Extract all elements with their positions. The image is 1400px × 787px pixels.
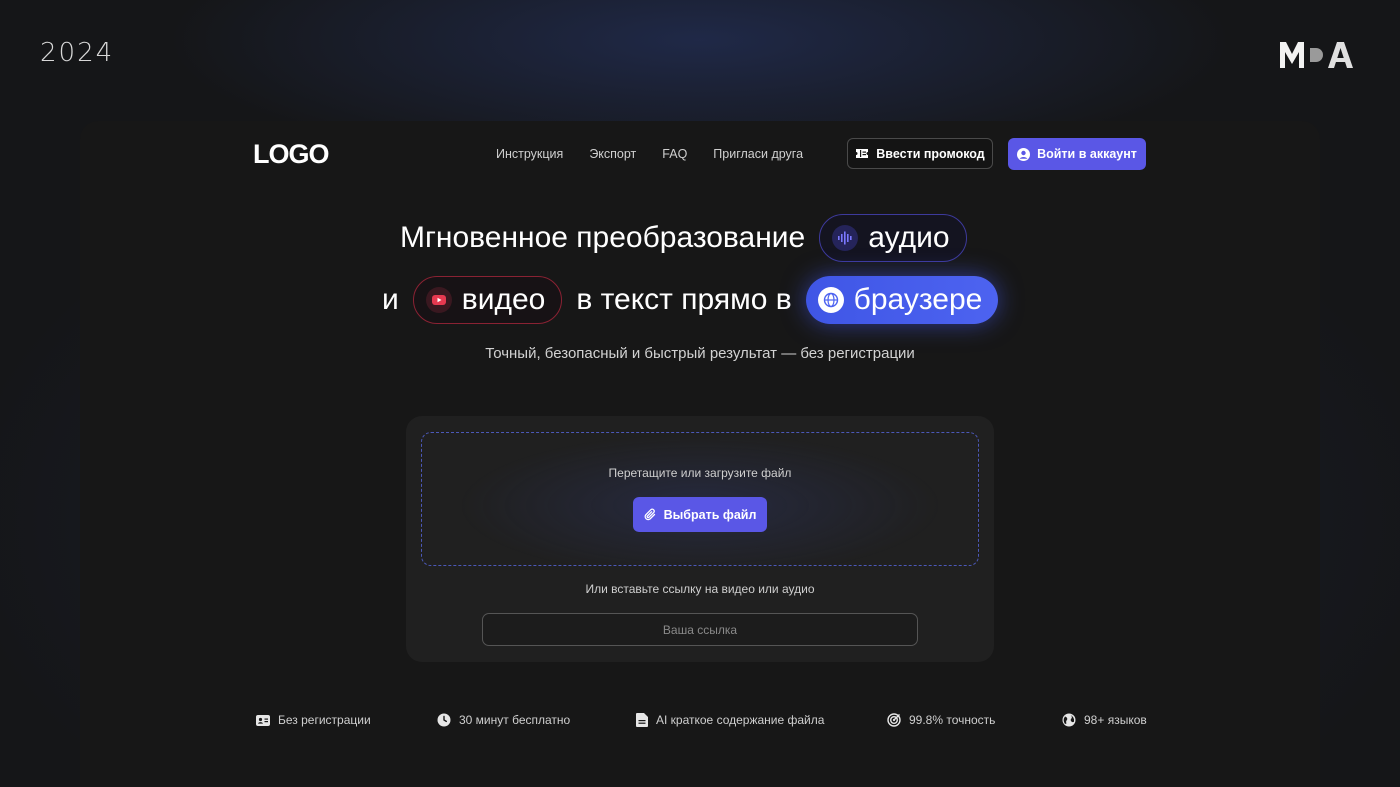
audio-pill: аудио — [819, 214, 967, 262]
clock-icon — [437, 713, 451, 727]
nav-item-invite-friend[interactable]: Пригласи друга — [713, 147, 803, 161]
soundwave-icon — [832, 225, 859, 251]
feature-label: 98+ языков — [1084, 713, 1147, 727]
year-label: 2024 — [40, 38, 115, 68]
hero-text-1: Мгновенное преобразование — [400, 221, 806, 254]
hero-text-2: в текст прямо в — [576, 283, 792, 316]
feature-accuracy: 99.8% точность — [887, 713, 995, 727]
login-label: Войти в аккаунт — [1037, 147, 1137, 161]
target-icon — [887, 713, 901, 727]
feature-label: 99.8% точность — [909, 713, 996, 727]
ticket-icon — [856, 149, 869, 158]
choose-file-label: Выбрать файл — [663, 507, 757, 522]
nav-item-instructions[interactable]: Инструкция — [496, 147, 563, 161]
brand-logo — [1280, 42, 1353, 68]
video-pill: видео — [412, 276, 563, 324]
hero-line-2: и видео в текст прямо в браузере — [382, 276, 999, 324]
hero-text-and: и — [382, 283, 399, 316]
audio-pill-label: аудио — [868, 221, 950, 254]
presentation-stage: 2024 LOGO Инструкция Экспорт FAQ Приглас… — [0, 0, 1400, 787]
globe-icon — [817, 287, 844, 313]
feature-free-minutes: 30 минут бесплатно — [437, 713, 570, 727]
browser-pill: браузере — [805, 276, 999, 324]
promo-code-button[interactable]: Ввести промокод — [847, 138, 993, 169]
hero-subtitle: Точный, безопасный и быстрый результат —… — [485, 345, 915, 362]
document-icon — [636, 713, 648, 727]
paste-link-text: Или вставьте ссылку на видео или аудио — [585, 582, 815, 596]
promo-code-label: Ввести промокод — [876, 146, 985, 161]
dropzone-text: Перетащите или загрузите файл — [608, 466, 792, 480]
link-input[interactable] — [482, 613, 918, 646]
youtube-icon — [425, 287, 452, 313]
choose-file-button[interactable]: Выбрать файл — [633, 497, 767, 532]
paperclip-icon — [644, 508, 655, 520]
hero-line-1: Мгновенное преобразование аудио — [400, 214, 967, 262]
nav-item-export[interactable]: Экспорт — [589, 147, 636, 161]
feature-label: Без регистрации — [278, 713, 371, 727]
feature-ai-summary: AI краткое содержание файла — [636, 713, 824, 727]
feature-languages: 98+ языков — [1062, 713, 1147, 727]
video-pill-label: видео — [461, 283, 546, 316]
user-circle-icon — [1017, 147, 1031, 161]
globe-icon — [1062, 713, 1076, 727]
id-card-icon — [256, 714, 270, 726]
login-button[interactable]: Войти в аккаунт — [1008, 138, 1146, 170]
feature-label: 30 минут бесплатно — [459, 713, 571, 727]
nav-item-faq[interactable]: FAQ — [662, 147, 687, 161]
feature-no-registration: Без регистрации — [256, 713, 371, 727]
browser-pill-label: браузере — [853, 283, 983, 316]
site-logo[interactable]: LOGO — [253, 139, 329, 170]
feature-label: AI краткое содержание файла — [656, 713, 825, 727]
main-nav: Инструкция Экспорт FAQ Пригласи друга — [496, 147, 829, 161]
